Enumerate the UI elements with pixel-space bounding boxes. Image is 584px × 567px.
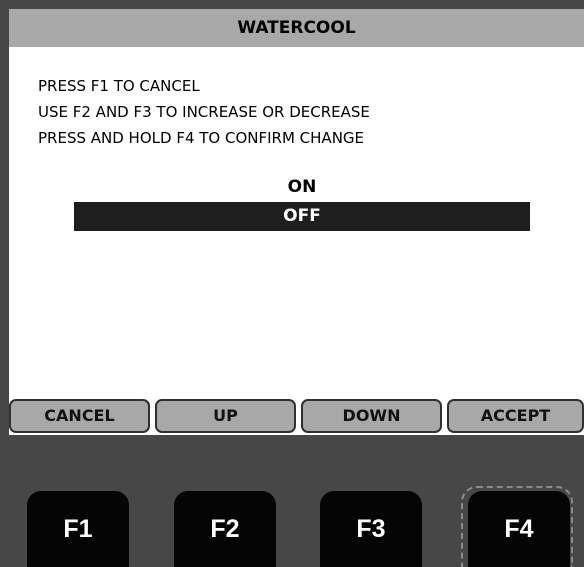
instruction-list: PRESS F1 TO CANCEL USE F2 AND F3 TO INCR… bbox=[38, 73, 370, 151]
f3-key[interactable]: F3 bbox=[320, 491, 422, 567]
up-softkey[interactable]: UP bbox=[155, 399, 296, 433]
controller-device: WATERCOOL PRESS F1 TO CANCEL USE F2 AND … bbox=[0, 0, 584, 567]
f4-key[interactable]: F4 bbox=[468, 491, 570, 567]
cancel-softkey[interactable]: CANCEL bbox=[9, 399, 150, 433]
option-off-selected[interactable]: OFF bbox=[74, 202, 530, 231]
screen-title: WATERCOOL bbox=[9, 9, 584, 47]
softkey-bar: CANCEL UP DOWN ACCEPT bbox=[9, 395, 584, 435]
accept-softkey[interactable]: ACCEPT bbox=[447, 399, 584, 433]
instruction-line: PRESS AND HOLD F4 TO CONFIRM CHANGE bbox=[38, 129, 365, 147]
f1-key[interactable]: F1 bbox=[27, 491, 129, 567]
down-softkey[interactable]: DOWN bbox=[301, 399, 442, 433]
lcd-screen: WATERCOOL PRESS F1 TO CANCEL USE F2 AND … bbox=[9, 9, 584, 435]
instruction-line: USE F2 AND F3 TO INCREASE OR DECREASE bbox=[38, 103, 370, 121]
instruction-line: PRESS F1 TO CANCEL bbox=[38, 77, 200, 95]
f2-key[interactable]: F2 bbox=[174, 491, 276, 567]
option-on[interactable]: ON bbox=[74, 173, 530, 202]
